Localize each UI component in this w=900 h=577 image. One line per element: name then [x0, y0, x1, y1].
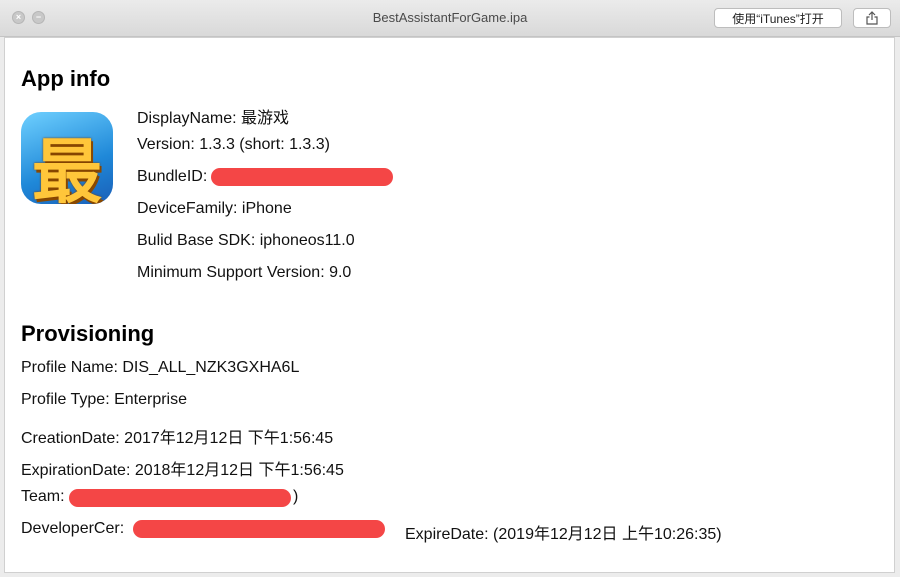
share-icon [866, 11, 878, 25]
display-name: DisplayName: 最游戏 [137, 110, 290, 127]
expiration-date: ExpirationDate: 2018年12月12日 下午1:56:45 [21, 462, 344, 479]
team-suffix: ) [293, 488, 299, 505]
profile-type: Profile Type: Enterprise [21, 391, 188, 408]
share-button[interactable] [853, 8, 891, 28]
base-sdk: Bulid Base SDK: iphoneos11.0 [137, 232, 355, 249]
developer-cer-redaction [133, 520, 385, 538]
device-family: DeviceFamily: iPhone [137, 200, 292, 217]
profile-name: Profile Name: DIS_ALL_NZK3GXHA6L [21, 359, 300, 376]
content-panel: App info 最 DisplayName: 最游戏 Version: 1.3… [4, 37, 895, 573]
title-bar: × − BestAssistantForGame.ipa 使用“iTunes”打… [0, 0, 900, 37]
expire-date: ExpireDate: (2019年12月12日 上午10:26:35) [405, 526, 722, 543]
version: Version: 1.3.3 (short: 1.3.3) [137, 136, 330, 153]
app-info-heading: App info [21, 66, 111, 91]
min-version: Minimum Support Version: 9.0 [137, 264, 352, 281]
bundle-id: BundleID: [137, 168, 208, 185]
team-redaction [69, 489, 291, 507]
creation-date: CreationDate: 2017年12月12日 下午1:56:45 [21, 430, 334, 447]
app-icon: 最 [21, 112, 113, 204]
bundle-id-redaction [211, 168, 393, 186]
developer-cer: DeveloperCer: [21, 520, 125, 537]
team: Team: [21, 488, 65, 505]
app-icon-glyph: 最 [32, 131, 102, 204]
provisioning-heading: Provisioning [21, 321, 155, 346]
open-in-itunes-button[interactable]: 使用“iTunes”打开 [714, 8, 842, 28]
